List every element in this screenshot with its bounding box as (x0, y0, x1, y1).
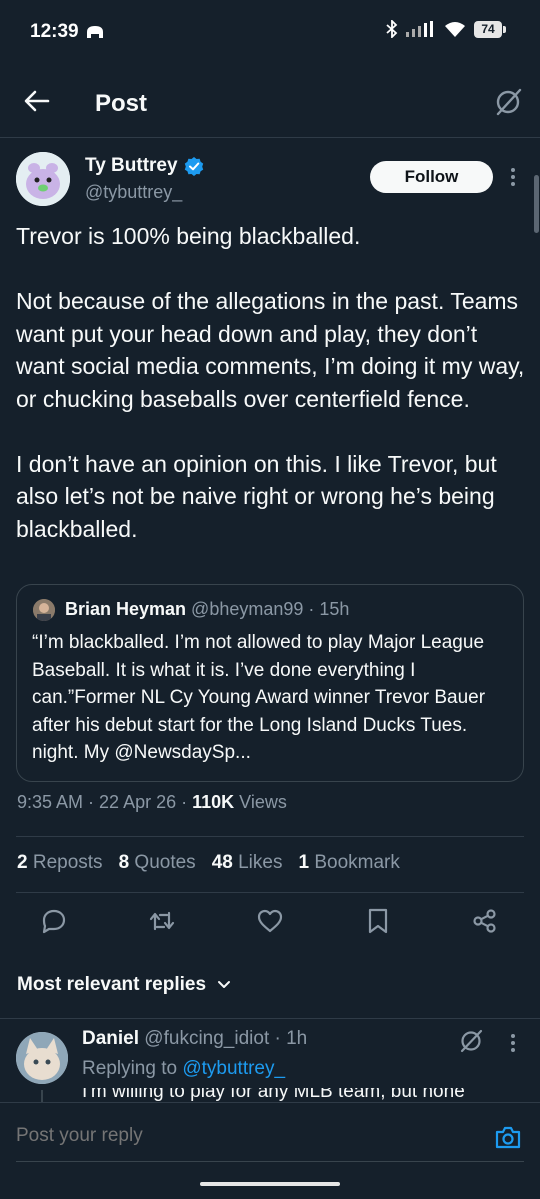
home-indicator[interactable] (200, 1182, 340, 1186)
input-underline (16, 1161, 524, 1162)
reply-text: I'm willing to play for any MLB team, bu… (82, 1088, 465, 1102)
post-text: Trevor is 100% being blackballed. Not be… (16, 223, 525, 542)
post-meta: 9:35 AM · 22 Apr 26 · 110K Views (17, 792, 287, 813)
quotes-stat[interactable]: 8 Quotes (119, 852, 196, 874)
status-bar: 12:39 74 (0, 0, 540, 66)
divider (0, 1018, 540, 1019)
camera-icon[interactable] (494, 1123, 522, 1151)
grok-icon[interactable] (459, 1029, 483, 1053)
post-timestamp: 9:35 AM · 22 Apr 26 · (17, 792, 193, 812)
author-avatar[interactable] (16, 152, 70, 206)
reply-composer (0, 1102, 540, 1199)
battery-icon: 74 (474, 20, 506, 38)
repost-icon[interactable] (148, 907, 176, 935)
post-actions (0, 907, 540, 943)
share-icon[interactable] (471, 907, 499, 935)
battery-level: 74 (474, 20, 502, 38)
status-time: 12:39 (30, 21, 79, 42)
reply-input[interactable] (16, 1125, 261, 1147)
scrollbar-thumb[interactable] (534, 175, 539, 233)
verified-badge-icon (184, 157, 203, 176)
wifi-icon (445, 22, 465, 37)
quote-header: Brian Heyman @bheyman99 · 15h (65, 599, 349, 620)
quote-author-name: Brian Heyman (65, 599, 187, 619)
follow-button[interactable]: Follow (370, 161, 493, 193)
replying-to: Replying to @tybuttrey_ (82, 1058, 286, 1079)
chevron-down-icon (218, 981, 231, 988)
bluetooth-icon (386, 20, 398, 38)
quote-author-meta: @bheyman99 · 15h (186, 599, 350, 619)
engagement-stats: 2 Reposts 8 Quotes 48 Likes 1 Bookmark (17, 852, 400, 874)
quote-author-avatar (33, 599, 55, 621)
app-notification-icon (87, 26, 103, 38)
views-label: Views (234, 792, 287, 812)
divider (16, 836, 524, 837)
page-title: Post (95, 90, 148, 117)
views-count: 110K (192, 792, 235, 812)
reposts-stat[interactable]: 2 Reposts (17, 852, 103, 874)
reply-text-container: I'm willing to play for any MLB team, bu… (82, 1088, 522, 1102)
reply-header: Daniel @fukcing_idiot · 1h (82, 1028, 307, 1050)
author-name[interactable]: Ty Buttrey (85, 155, 204, 177)
top-app-bar: Post (0, 70, 540, 138)
reply-author-avatar[interactable] (16, 1032, 68, 1084)
reply-author-name[interactable]: Daniel (82, 1028, 139, 1049)
author-name-text: Ty Buttrey (85, 155, 178, 176)
replies-sort-label: Most relevant replies (17, 974, 207, 995)
replies-sort-dropdown[interactable]: Most relevant replies (17, 974, 232, 996)
bookmarks-stat[interactable]: 1 Bookmark (298, 852, 399, 874)
replying-to-mention[interactable]: @tybuttrey_ (182, 1058, 285, 1079)
author-handle[interactable]: @tybuttrey_ (85, 182, 182, 203)
more-options-icon[interactable] (506, 1031, 520, 1055)
likes-stat[interactable]: 48 Likes (212, 852, 283, 874)
reply-author-meta: @fukcing_idiot · 1h (139, 1028, 308, 1049)
quote-text: “I’m blackballed. I’m not allowed to pla… (32, 632, 486, 763)
like-icon[interactable] (256, 907, 284, 935)
quoted-post-card[interactable]: Brian Heyman @bheyman99 · 15h “I’m black… (16, 584, 524, 782)
status-icons: 74 (386, 20, 506, 38)
divider (16, 892, 524, 893)
grok-icon[interactable] (494, 88, 522, 116)
reply-icon[interactable] (40, 907, 68, 935)
arrow-left-icon[interactable] (22, 86, 52, 116)
signal-icon (406, 21, 433, 37)
more-options-icon[interactable] (505, 164, 521, 190)
thread-line (41, 1090, 43, 1102)
bookmark-icon[interactable] (364, 907, 392, 935)
